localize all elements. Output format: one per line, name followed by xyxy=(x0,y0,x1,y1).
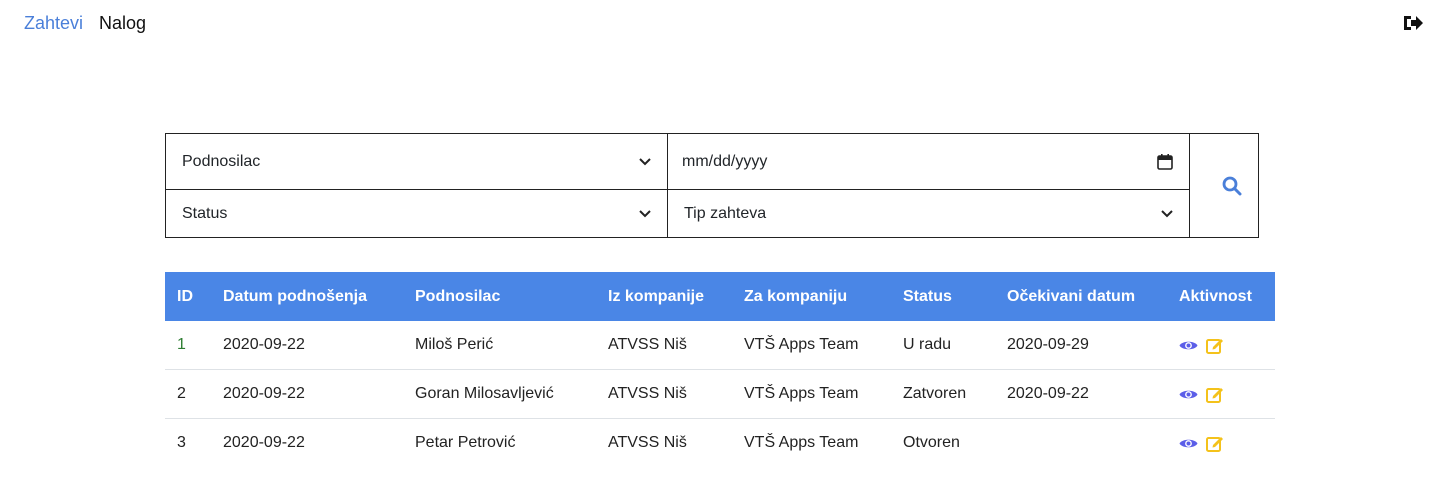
row-to-company: VTŠ Apps Team xyxy=(732,369,891,419)
row-from-company: ATVSS Niš xyxy=(608,434,687,451)
row-status: Otvoren xyxy=(903,434,960,451)
submitter-select-value: Podnosilac xyxy=(182,152,261,170)
requests-table: ID Datum podnošenja Podnosilac Iz kompan… xyxy=(165,272,1275,467)
row-date: 2020-09-22 xyxy=(223,434,305,451)
row-id: 3 xyxy=(177,434,186,451)
nav-nalog[interactable]: Nalog xyxy=(99,13,146,34)
filter-panel: Podnosilac mm/dd/yyyy Status Tip zahteva xyxy=(165,133,1259,238)
table-row: 1 2020-09-22 Miloš Perić ATVSS Niš VTŠ A… xyxy=(165,321,1275,370)
submitter-select[interactable]: Podnosilac xyxy=(166,134,668,190)
row-from-company: ATVSS Niš xyxy=(596,321,732,370)
edit-icon[interactable] xyxy=(1206,435,1224,452)
row-status: Zatvoren xyxy=(891,369,995,419)
row-status: U radu xyxy=(891,321,995,370)
eye-icon[interactable] xyxy=(1179,437,1198,450)
header-date[interactable]: Datum podnošenja xyxy=(211,272,403,321)
calendar-icon[interactable] xyxy=(1157,153,1173,170)
header-to-company[interactable]: Za kompaniju xyxy=(732,272,891,321)
row-actions xyxy=(1167,419,1275,468)
eye-icon[interactable] xyxy=(1179,339,1198,352)
status-select-value: Status xyxy=(182,204,228,222)
header-id[interactable]: ID xyxy=(165,272,211,321)
edit-icon[interactable] xyxy=(1206,386,1224,403)
row-submitter: Miloš Perić xyxy=(403,321,596,370)
row-date: 2020-09-22 xyxy=(211,321,403,370)
status-select[interactable]: Status xyxy=(166,190,668,237)
header-status[interactable]: Status xyxy=(891,272,995,321)
table-row: 3 2020-09-22 Petar Petrović ATVSS Niš VT… xyxy=(165,419,1275,468)
header-activity: Aktivnost xyxy=(1167,272,1275,321)
chevron-down-icon xyxy=(1161,209,1173,217)
date-input-placeholder: mm/dd/yyyy xyxy=(682,152,768,170)
row-to-company: VTŠ Apps Team xyxy=(732,321,891,370)
header-submitter[interactable]: Podnosilac xyxy=(403,272,596,321)
search-icon xyxy=(1222,176,1242,195)
request-type-select[interactable]: Tip zahteva xyxy=(668,190,1190,237)
row-date: 2020-09-22 xyxy=(211,369,403,419)
header-from-company[interactable]: Iz kompanije xyxy=(596,272,732,321)
nav-zahtevi[interactable]: Zahtevi xyxy=(24,13,83,34)
edit-icon[interactable] xyxy=(1206,337,1224,354)
row-submitter: Goran Milosavljević xyxy=(403,369,596,419)
row-actions xyxy=(1167,321,1275,370)
table-header-row: ID Datum podnošenja Podnosilac Iz kompan… xyxy=(165,272,1275,321)
table-row: 2 2020-09-22 Goran Milosavljević ATVSS N… xyxy=(165,369,1275,419)
row-id: 1 xyxy=(165,321,211,370)
sign-out-icon[interactable] xyxy=(1402,12,1424,34)
search-button[interactable] xyxy=(1190,134,1258,237)
chevron-down-icon xyxy=(639,157,651,165)
row-to-company: VTŠ Apps Team xyxy=(744,434,859,451)
row-expected-date xyxy=(995,419,1167,468)
row-expected-date: 2020-09-29 xyxy=(995,321,1167,370)
top-nav: Zahtevi Nalog xyxy=(24,13,146,34)
date-input[interactable]: mm/dd/yyyy xyxy=(668,134,1190,190)
chevron-down-icon xyxy=(639,209,651,217)
row-expected-date: 2020-09-22 xyxy=(995,369,1167,419)
row-actions xyxy=(1167,369,1275,419)
request-type-select-value: Tip zahteva xyxy=(684,204,767,222)
row-id: 2 xyxy=(165,369,211,419)
row-from-company: ATVSS Niš xyxy=(596,369,732,419)
eye-icon[interactable] xyxy=(1179,388,1198,401)
row-submitter: Petar Petrović xyxy=(415,434,516,451)
header-expected-date[interactable]: Očekivani datum xyxy=(995,272,1167,321)
